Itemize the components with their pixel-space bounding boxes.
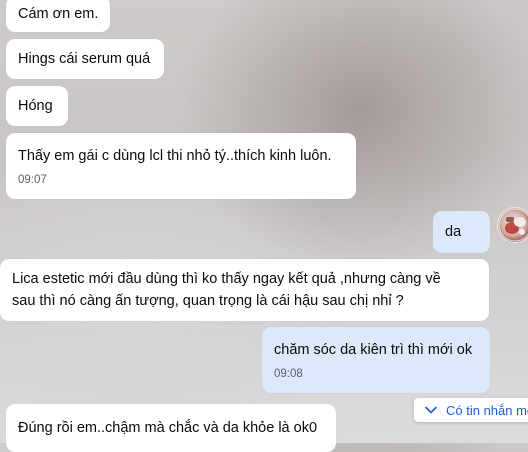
- new-messages-button[interactable]: Có tin nhắn mới: [414, 398, 528, 422]
- new-messages-label: Có tin nhắn mới: [446, 402, 528, 418]
- message-bubble-incoming[interactable]: Lica estetic mới đầu dùng thì ko thấy ng…: [0, 259, 489, 321]
- message-text: da: [445, 224, 462, 240]
- message-text-line: sau thì nó càng ấn tượng, quan trọng là …: [12, 293, 404, 309]
- message-text: Đúng rồi em..chậm mà chắc và da khỏe là …: [18, 420, 318, 436]
- message-text: Hóng: [18, 98, 53, 114]
- avatar[interactable]: [498, 208, 528, 242]
- message-timestamp: 09:07: [18, 174, 47, 186]
- chevron-down-icon: [425, 406, 437, 414]
- message-bubble-outgoing[interactable]: da: [433, 211, 490, 253]
- avatar-image: [498, 208, 528, 242]
- message-bubble-incoming[interactable]: Cám ơn em.: [6, 0, 110, 32]
- message-bubble-incoming[interactable]: Thấy em gái c dùng lcl thi nhỏ tý..thích…: [6, 133, 356, 199]
- message-bubble-incoming[interactable]: Đúng rồi em..chậm mà chắc và da khỏe là …: [6, 404, 336, 452]
- message-bubble-incoming[interactable]: Hings cái serum quá: [6, 39, 164, 79]
- message-text-line: Lica estetic mới đầu dùng thì ko thấy ng…: [12, 271, 441, 287]
- message-text: Hings cái serum quá: [18, 51, 151, 67]
- message-text: Cám ơn em.: [18, 6, 99, 22]
- message-text: Thấy em gái c dùng lcl thi nhỏ tý..thích…: [18, 148, 332, 164]
- message-bubble-incoming[interactable]: Hóng: [6, 86, 68, 126]
- message-bubble-outgoing[interactable]: chăm sóc da kiên trì thì mới ok 09:08: [262, 327, 490, 393]
- message-timestamp: 09:08: [274, 368, 303, 380]
- message-text: chăm sóc da kiên trì thì mới ok: [274, 342, 473, 358]
